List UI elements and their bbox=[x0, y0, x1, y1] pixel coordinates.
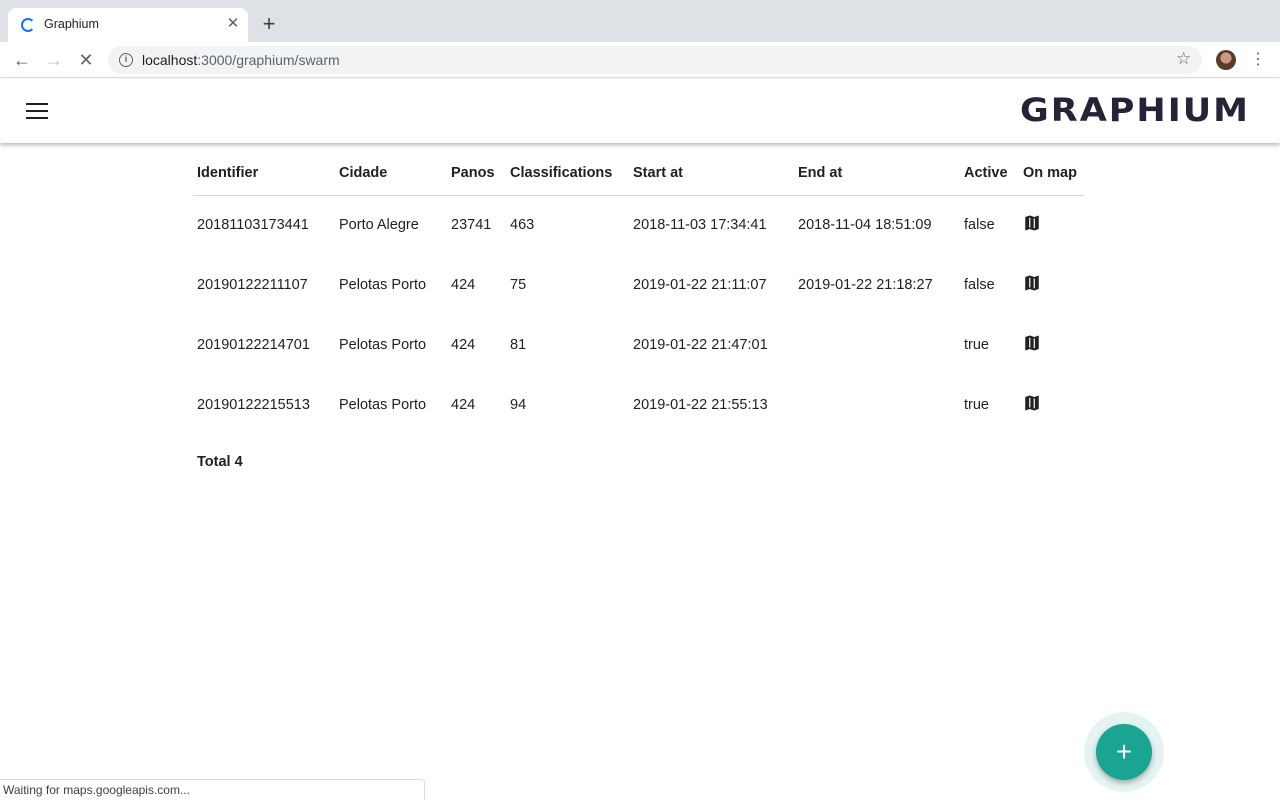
cell-end-at: 2019-01-22 21:18:27 bbox=[798, 277, 933, 293]
cell-cidade: Pelotas Porto bbox=[339, 337, 427, 353]
cell-identifier: 20190122211107 bbox=[197, 277, 308, 293]
browser-menu-icon[interactable]: ⋮ bbox=[1250, 48, 1266, 72]
cell-start-at: 2019-01-22 21:47:01 bbox=[633, 337, 768, 353]
cell-active: true bbox=[964, 337, 989, 353]
map-icon[interactable] bbox=[1023, 214, 1041, 232]
cell-classifications: 81 bbox=[510, 337, 527, 353]
browser-tab[interactable]: Graphium ✕ bbox=[8, 8, 248, 42]
map-icon[interactable] bbox=[1023, 334, 1041, 352]
map-icon[interactable] bbox=[1023, 394, 1041, 412]
total-count: Total 4 bbox=[197, 454, 243, 470]
cell-classifications: 463 bbox=[510, 217, 535, 234]
header-on-map: On map bbox=[1019, 151, 1084, 196]
tab-title: Graphium bbox=[44, 17, 99, 31]
header-start-at: Start at bbox=[629, 151, 794, 196]
cell-cidade: Pelotas Porto bbox=[339, 397, 427, 413]
url-path: :3000/graphium/swarm bbox=[197, 52, 340, 68]
cell-identifier: 20190122215513 bbox=[197, 397, 310, 413]
table-header-row: Identifier Cidade Panos Classifications … bbox=[193, 151, 1084, 196]
cell-active: false bbox=[964, 217, 995, 234]
cell-cidade: Pelotas Porto bbox=[339, 277, 427, 293]
browser-toolbar: ← → ✕ i localhost:3000/graphium/swarm ☆ … bbox=[0, 42, 1280, 78]
swarm-table: Identifier Cidade Panos Classifications … bbox=[193, 151, 1084, 435]
header-classifications: Classifications bbox=[506, 151, 629, 196]
header-active: Active bbox=[960, 151, 1019, 196]
table-row: 20190122211107 Pelotas Porto 424 75 2019… bbox=[193, 255, 1084, 315]
table-row: 20181103173441 Porto Alegre 23741 463 20… bbox=[193, 195, 1084, 255]
forward-button[interactable]: → bbox=[42, 48, 66, 72]
cell-panos: 424 bbox=[451, 397, 476, 413]
url-text[interactable]: localhost:3000/graphium/swarm bbox=[142, 52, 340, 68]
cell-cidade: Porto Alegre bbox=[339, 217, 419, 234]
new-tab-button[interactable]: + bbox=[258, 13, 280, 35]
table-row: 20190122215513 Pelotas Porto 424 94 2019… bbox=[193, 375, 1084, 435]
back-button[interactable]: ← bbox=[10, 48, 34, 72]
cell-on-map bbox=[1019, 255, 1084, 315]
info-icon[interactable]: i bbox=[119, 53, 133, 67]
profile-avatar[interactable] bbox=[1216, 50, 1236, 70]
cell-active: true bbox=[964, 397, 989, 413]
add-swarm-button[interactable]: + bbox=[1096, 724, 1152, 780]
cell-panos: 23741 bbox=[451, 217, 492, 234]
cell-identifier: 20181103173441 bbox=[197, 217, 309, 234]
cell-end-at: 2018-11-04 18:51:09 bbox=[798, 217, 932, 234]
stop-loading-button[interactable]: ✕ bbox=[74, 48, 98, 72]
loading-spinner-icon bbox=[21, 18, 35, 32]
cell-classifications: 94 bbox=[510, 397, 527, 413]
header-end-at: End at bbox=[794, 151, 960, 196]
address-bar[interactable]: i localhost:3000/graphium/swarm ☆ bbox=[108, 46, 1202, 74]
menu-icon[interactable] bbox=[26, 103, 48, 119]
graphium-logo: GRAPHIUM bbox=[1020, 92, 1250, 130]
cell-classifications: 75 bbox=[510, 277, 527, 293]
header-panos: Panos bbox=[447, 151, 506, 196]
cell-panos: 424 bbox=[451, 277, 476, 293]
close-tab-icon[interactable]: ✕ bbox=[224, 15, 242, 33]
cell-start-at: 2019-01-22 21:11:07 bbox=[633, 277, 767, 293]
cell-panos: 424 bbox=[451, 337, 476, 353]
header-cidade: Cidade bbox=[335, 151, 447, 196]
cell-end-at bbox=[794, 315, 960, 375]
url-host: localhost bbox=[142, 52, 198, 68]
cell-on-map bbox=[1019, 195, 1084, 255]
plus-icon: + bbox=[1115, 736, 1133, 767]
browser-status-bubble: Waiting for maps.googleapis.com... bbox=[0, 779, 425, 800]
cell-on-map bbox=[1019, 375, 1084, 435]
map-icon[interactable] bbox=[1023, 274, 1041, 292]
cell-end-at bbox=[794, 375, 960, 435]
cell-identifier: 20190122214701 bbox=[197, 337, 310, 353]
browser-tabstrip: Graphium ✕ + bbox=[0, 0, 1280, 42]
table-row: 20190122214701 Pelotas Porto 424 81 2019… bbox=[193, 315, 1084, 375]
cell-start-at: 2018-11-03 17:34:41 bbox=[633, 217, 767, 234]
app-bar: GRAPHIUM bbox=[0, 79, 1280, 143]
main-content: Identifier Cidade Panos Classifications … bbox=[0, 143, 1280, 800]
cell-start-at: 2019-01-22 21:55:13 bbox=[633, 397, 768, 413]
bookmark-star-icon[interactable]: ☆ bbox=[1176, 49, 1191, 69]
header-identifier: Identifier bbox=[193, 151, 335, 196]
cell-on-map bbox=[1019, 315, 1084, 375]
cell-active: false bbox=[964, 277, 995, 293]
